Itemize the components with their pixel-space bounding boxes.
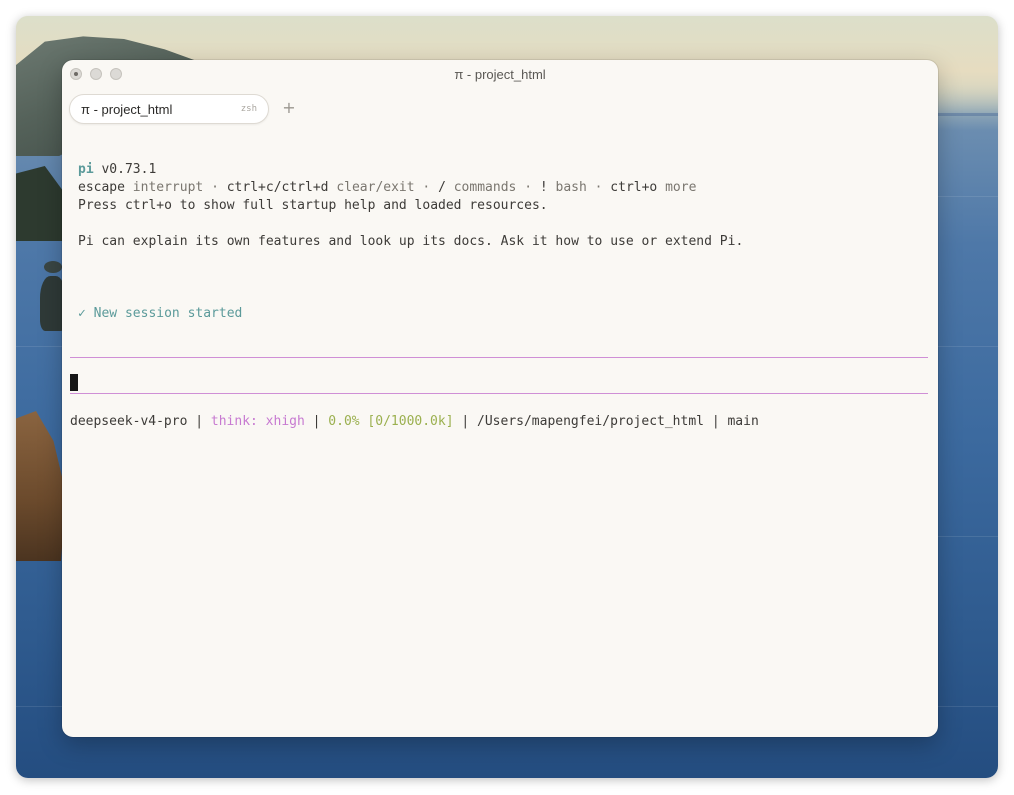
app-name: pi (78, 162, 94, 177)
separator: · (422, 180, 431, 195)
status-branch: main (727, 414, 759, 429)
separator: · (211, 180, 219, 195)
separator: · (524, 180, 533, 195)
key-ctrl-o-desc: more (665, 180, 697, 195)
status-think: think: xhigh (210, 414, 305, 429)
new-tab-button[interactable]: + (280, 99, 298, 117)
key-bang: ! (539, 180, 548, 195)
window-title: π - project_html (454, 67, 546, 82)
text-cursor[interactable] (70, 374, 78, 391)
status-context: 0.0% [0/1000.0k] (328, 414, 454, 429)
wallpaper-rock (16, 166, 64, 241)
tab-bar: π - project_html zsh + (62, 88, 938, 128)
key-slash-desc: commands (453, 180, 517, 195)
input-bottom-rule (70, 393, 928, 394)
session-status-line: ✓ New session started (78, 305, 242, 323)
key-ctrl-c: ctrl+c/ctrl+d (226, 180, 329, 195)
key-slash: / (438, 180, 446, 195)
key-ctrl-c-desc: clear/exit (336, 180, 415, 195)
status-divider: | (711, 414, 720, 429)
check-icon: ✓ (78, 306, 86, 321)
intro-text: Pi can explain its own features and look… (78, 234, 744, 249)
startup-hint: Press ctrl+o to show full startup help a… (78, 198, 548, 213)
wallpaper-cliff (16, 411, 66, 561)
wallpaper-rock (44, 261, 62, 273)
tab-label: π - project_html (81, 102, 173, 117)
tab-shell-name: zsh (240, 104, 257, 114)
status-divider: | (312, 414, 321, 429)
status-model: deepseek-v4-pro (70, 414, 188, 429)
key-ctrl-o: ctrl+o (610, 180, 658, 195)
terminal-window: π - project_html π - project_html zsh + … (62, 60, 938, 737)
session-status: New session started (93, 306, 243, 321)
terminal-output[interactable]: pi v0.73.1 escape interrupt · ctrl+c/ctr… (62, 128, 938, 737)
app-version: v0.73.1 (101, 162, 157, 177)
version-line: pi v0.73.1 (78, 161, 156, 179)
separator: · (594, 180, 603, 195)
status-divider: | (195, 414, 204, 429)
status-path: /Users/mapengfei/project_html (477, 414, 704, 429)
tab-project-html[interactable]: π - project_html zsh (69, 94, 269, 124)
status-bar: deepseek-v4-pro | think: xhigh | 0.0% [0… (70, 413, 759, 431)
key-bang-desc: bash (555, 180, 587, 195)
key-escape-desc: interrupt (132, 180, 204, 195)
title-bar[interactable]: π - project_html (62, 60, 938, 88)
keys-line: escape interrupt · ctrl+c/ctrl+d clear/e… (78, 179, 696, 197)
status-divider: | (461, 414, 470, 429)
input-top-rule (70, 357, 928, 358)
key-escape: escape (78, 180, 125, 195)
